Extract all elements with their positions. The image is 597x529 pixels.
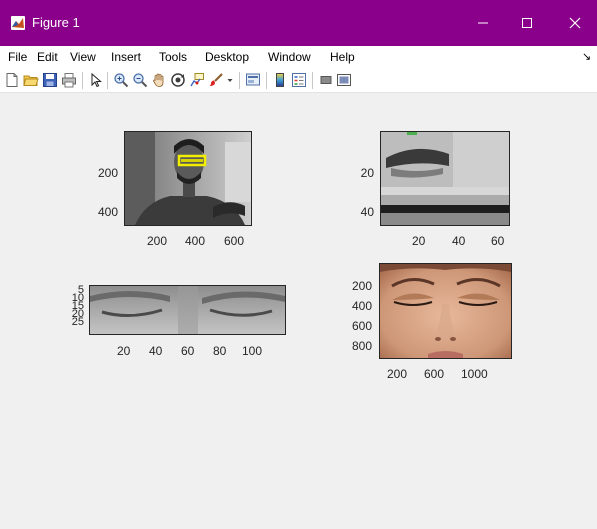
pan-icon[interactable]	[151, 72, 167, 88]
menu-edit[interactable]: Edit	[37, 50, 58, 64]
y-tick-label: 200	[351, 279, 372, 293]
dock-arrow-icon[interactable]: ↘	[582, 50, 591, 63]
minimize-icon	[478, 22, 488, 24]
x-tick-label: 60	[491, 234, 505, 248]
x-tick-label: 60	[181, 344, 195, 358]
toolbar-separator	[107, 72, 108, 89]
window-title: Figure 1	[32, 15, 80, 30]
new-figure-icon[interactable]	[4, 72, 20, 88]
eyes-strip-image	[90, 286, 285, 334]
menu-desktop[interactable]: Desktop	[205, 50, 249, 64]
close-icon	[569, 17, 581, 29]
y-tick-label: 600	[351, 319, 372, 333]
y-tick-label: 400	[97, 205, 118, 219]
close-button[interactable]	[560, 10, 590, 36]
brush-icon[interactable]	[208, 72, 224, 88]
maximize-icon	[522, 18, 532, 28]
toolbar-separator	[82, 72, 83, 89]
x-tick-label: 100	[242, 344, 263, 358]
menu-insert[interactable]: Insert	[111, 50, 141, 64]
x-tick-label: 600	[424, 367, 445, 381]
rotate-3d-icon[interactable]	[170, 72, 186, 88]
show-plot-tools-icon[interactable]	[336, 72, 352, 88]
pointer-icon[interactable]	[88, 72, 104, 88]
subplot-eye-crop-zoom[interactable]	[380, 131, 510, 226]
x-tick-label: 400	[185, 234, 206, 248]
y-tick-label: 25	[71, 316, 84, 328]
y-tick-label: 40	[360, 205, 374, 219]
y-tick-label: 20	[360, 166, 374, 180]
x-tick-label: 40	[149, 344, 163, 358]
subplot-eyes-strip[interactable]	[89, 285, 286, 335]
eye-crop-image	[381, 132, 509, 225]
hide-plot-tools-icon[interactable]	[318, 72, 334, 88]
x-tick-label: 80	[213, 344, 227, 358]
subplot-face-with-eye-box[interactable]	[124, 131, 252, 226]
y-tick-label: 800	[351, 339, 372, 353]
link-plot-icon[interactable]	[245, 72, 261, 88]
figure-canvas[interactable]: 200 400 600 200 400 20 40 60 20 40 20 40…	[0, 94, 597, 529]
save-icon[interactable]	[42, 72, 58, 88]
toolbar-separator	[312, 72, 313, 89]
figure-toolbar	[0, 68, 597, 93]
zoom-out-icon[interactable]	[132, 72, 148, 88]
data-cursor-icon[interactable]	[189, 72, 205, 88]
menu-view[interactable]: View	[70, 50, 96, 64]
x-tick-label: 20	[117, 344, 131, 358]
closed-eyes-face-image	[380, 264, 511, 358]
figure-window: Figure 1 File Edit View Insert Tools Des…	[0, 0, 597, 529]
menu-bar: File Edit View Insert Tools Desktop Wind…	[0, 46, 597, 68]
matlab-logo-icon	[11, 16, 25, 30]
x-tick-label: 600	[224, 234, 245, 248]
minimize-button[interactable]	[468, 10, 498, 36]
x-tick-label: 200	[387, 367, 408, 381]
x-tick-label: 200	[147, 234, 168, 248]
x-tick-label: 20	[412, 234, 426, 248]
y-tick-label: 200	[97, 166, 118, 180]
subplot-closed-eyes-face[interactable]	[379, 263, 512, 359]
title-bar[interactable]: Figure 1	[0, 0, 597, 46]
brush-dropdown-icon[interactable]	[226, 72, 234, 88]
x-tick-label: 1000	[461, 367, 488, 381]
maximize-button[interactable]	[512, 10, 542, 36]
toolbar-separator	[266, 72, 267, 89]
menu-help[interactable]: Help	[330, 50, 355, 64]
menu-file[interactable]: File	[8, 50, 27, 64]
face-image	[125, 132, 251, 225]
legend-icon[interactable]	[291, 72, 307, 88]
print-icon[interactable]	[61, 72, 77, 88]
zoom-in-icon[interactable]	[113, 72, 129, 88]
y-tick-label: 400	[351, 299, 372, 313]
open-file-icon[interactable]	[23, 72, 39, 88]
x-tick-label: 40	[452, 234, 466, 248]
menu-window[interactable]: Window	[268, 50, 311, 64]
colorbar-icon[interactable]	[272, 72, 288, 88]
menu-tools[interactable]: Tools	[159, 50, 187, 64]
toolbar-separator	[239, 72, 240, 89]
